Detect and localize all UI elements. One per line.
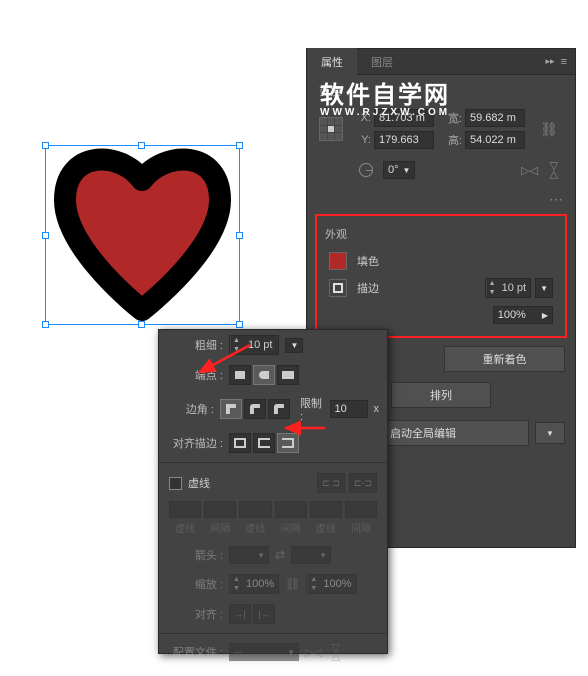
align-stroke-outside[interactable] — [277, 433, 299, 453]
dashed-label: 虚线 — [188, 475, 210, 491]
sp-cap-label: 端点 : — [167, 367, 223, 383]
stroke-panel: 粗细 : ▲▼ 10 pt ▼ 端点 : 边角 : 限制 : x 对齐描边 : — [158, 329, 388, 654]
sel-handle-n[interactable] — [138, 142, 145, 149]
h-label: 高: — [444, 132, 462, 148]
heart-selection[interactable] — [45, 145, 240, 325]
appearance-title: 外观 — [323, 224, 559, 248]
collapse-icon[interactable]: ▸▸ — [546, 56, 555, 68]
gap3[interactable] — [345, 501, 377, 518]
opacity-dropdown[interactable]: 100%▶ — [493, 306, 553, 324]
panel-tabs: 属性 图层 ▸▸ ≡ — [307, 49, 575, 75]
tab-properties[interactable]: 属性 — [307, 48, 357, 76]
stroke-swatch[interactable] — [329, 279, 347, 297]
link-wh-icon[interactable]: ⛓ — [535, 121, 563, 138]
sp-limit-unit: x — [374, 403, 380, 415]
x-input[interactable] — [374, 109, 434, 127]
flip-v-icon[interactable]: ▷◁ — [548, 162, 561, 179]
stroke-weight-stepper[interactable]: ▲▼ 10 pt — [485, 278, 531, 298]
dash2[interactable] — [239, 501, 271, 518]
h-input[interactable] — [465, 131, 525, 149]
scale-start-stepper[interactable]: ▲▼100% — [229, 574, 279, 594]
recolor-button[interactable]: 重新着色 — [444, 346, 565, 372]
profile-dropdown[interactable]: —▼ — [229, 643, 299, 661]
tab-layers[interactable]: 图层 — [357, 48, 407, 76]
flip-profile-v-icon[interactable]: ▷◁ — [330, 644, 343, 661]
angle-dropdown[interactable]: 0°▼ — [383, 161, 415, 179]
sel-handle-w[interactable] — [42, 232, 49, 239]
arrow-align-tip[interactable]: →| — [229, 604, 251, 624]
appearance-highlight-box: 外观 填色 描边 ▲▼ 10 pt ▼ 100%▶ — [315, 214, 567, 338]
dash3[interactable] — [310, 501, 342, 518]
dash-align-icon[interactable]: ⊏-⊐ — [349, 473, 377, 493]
sel-handle-nw[interactable] — [42, 142, 49, 149]
sp-weight-dropdown[interactable]: ▼ — [285, 338, 303, 353]
dashed-checkbox[interactable] — [169, 477, 182, 490]
arrow-align-end[interactable]: |→ — [253, 604, 275, 624]
join-miter-button[interactable] — [220, 399, 242, 419]
arrow-start-dropdown[interactable]: ▼ — [229, 546, 269, 564]
sel-handle-ne[interactable] — [236, 142, 243, 149]
sp-weight-label: 粗细 : — [167, 337, 223, 353]
stroke-label: 描边 — [357, 280, 379, 296]
flip-h-icon[interactable]: ▷◁ — [521, 164, 538, 177]
x-label: X: — [353, 112, 371, 124]
gap1[interactable] — [204, 501, 236, 518]
sp-weight-stepper[interactable]: ▲▼ 10 pt — [229, 335, 279, 355]
angle-icon — [359, 163, 373, 177]
align-stroke-center[interactable] — [229, 433, 251, 453]
stroke-weight-dropdown[interactable]: ▼ — [535, 278, 553, 298]
align-stroke-inside[interactable] — [253, 433, 275, 453]
y-label: Y: — [353, 134, 371, 146]
sp-limit-label: 限制 : — [300, 395, 324, 423]
canvas-area[interactable] — [0, 0, 310, 340]
sp-align-label: 对齐描边 : — [167, 435, 223, 451]
sp-profile-label: 配置文件 : — [167, 644, 223, 660]
w-label: 宽: — [444, 110, 462, 126]
reference-point[interactable] — [319, 117, 343, 141]
fill-swatch[interactable] — [329, 252, 347, 270]
fill-label: 填色 — [357, 253, 379, 269]
sel-handle-e[interactable] — [236, 232, 243, 239]
join-round-button[interactable] — [244, 399, 266, 419]
w-input[interactable] — [465, 109, 525, 127]
more-options-icon[interactable]: ⋯ — [307, 189, 575, 210]
sp-arrow-label: 箭头 : — [167, 547, 223, 563]
dash-preserve-icon[interactable]: ⊏ ⊐ — [317, 473, 345, 493]
sp-limit-input[interactable] — [330, 400, 368, 418]
sp-corner-label: 边角 : — [167, 401, 214, 417]
cap-projecting-button[interactable] — [277, 365, 299, 385]
flip-profile-h-icon[interactable]: ▷◁ — [305, 646, 322, 659]
sp-align2-label: 对齐 : — [167, 606, 223, 622]
y-input[interactable] — [374, 131, 434, 149]
transform-section-title: 变换 — [307, 75, 575, 105]
link-scale-icon[interactable]: ⛓ — [285, 577, 300, 591]
sp-scale-label: 缩放 : — [167, 576, 223, 592]
arrange-button[interactable]: 排列 — [391, 382, 491, 408]
swap-arrows-icon[interactable]: ⇄ — [275, 548, 285, 562]
scale-end-stepper[interactable]: ▲▼100% — [306, 574, 356, 594]
global-edit-options[interactable]: ▼ — [535, 422, 565, 444]
selection-box — [45, 145, 240, 325]
gap2[interactable] — [275, 501, 307, 518]
menu-icon[interactable]: ≡ — [561, 56, 567, 68]
cap-round-button[interactable] — [253, 365, 275, 385]
join-bevel-button[interactable] — [268, 399, 290, 419]
dash1[interactable] — [169, 501, 201, 518]
sel-handle-sw[interactable] — [42, 321, 49, 328]
arrow-end-dropdown[interactable]: ▼ — [291, 546, 331, 564]
sel-handle-se[interactable] — [236, 321, 243, 328]
cap-butt-button[interactable] — [229, 365, 251, 385]
sel-handle-s[interactable] — [138, 321, 145, 328]
